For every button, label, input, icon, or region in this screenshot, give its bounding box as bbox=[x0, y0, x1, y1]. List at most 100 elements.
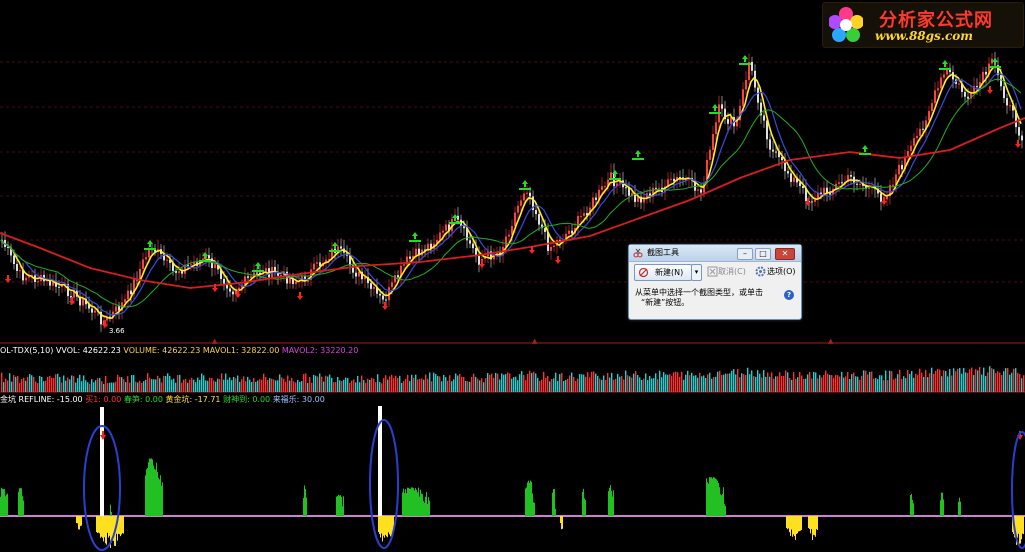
volume-bar bbox=[937, 369, 939, 392]
green-indicator-bar bbox=[941, 492, 942, 516]
green-indicator-bar bbox=[22, 496, 23, 516]
green-indicator-bar bbox=[525, 488, 526, 516]
volume-bar bbox=[67, 377, 69, 392]
volume-bar bbox=[993, 369, 995, 392]
candle-body bbox=[790, 173, 792, 182]
volume-bar bbox=[359, 382, 361, 392]
volume-bar bbox=[873, 378, 875, 392]
volume-bar bbox=[943, 370, 945, 392]
volume-bar bbox=[681, 371, 683, 392]
green-indicator-bar bbox=[405, 489, 406, 516]
new-snip-button[interactable]: 新建(N) bbox=[634, 264, 692, 281]
volume-bar bbox=[503, 374, 505, 392]
candle-body bbox=[670, 178, 672, 180]
candle-body bbox=[415, 248, 417, 256]
yellow-indicator-bar bbox=[787, 516, 788, 530]
green-indicator-bar bbox=[149, 458, 150, 516]
volume-bar bbox=[459, 373, 461, 392]
green-indicator-bar bbox=[708, 483, 709, 516]
volume-bar bbox=[1005, 368, 1007, 392]
volume-bar bbox=[747, 367, 749, 392]
volume-bar bbox=[883, 380, 885, 392]
volume-bar bbox=[211, 377, 213, 392]
volume-bar bbox=[413, 377, 415, 392]
volume-bar bbox=[1013, 368, 1015, 392]
logo-url[interactable]: www.88gs.com bbox=[875, 29, 973, 43]
volume-bar bbox=[165, 376, 167, 392]
options-button[interactable]: 选项(O) bbox=[752, 264, 798, 279]
volume-bar bbox=[293, 381, 295, 392]
volume-bar bbox=[1011, 372, 1013, 392]
snipping-tool-titlebar[interactable]: 截图工具 – □ ✕ bbox=[629, 245, 801, 262]
yellow-indicator-bar bbox=[815, 516, 816, 537]
volume-bar bbox=[1019, 374, 1021, 392]
green-indicator-bar bbox=[110, 504, 111, 516]
candle-body bbox=[1009, 105, 1011, 107]
volume-bar bbox=[19, 383, 21, 392]
yellow-indicator-bar bbox=[814, 516, 815, 536]
candle-body bbox=[550, 246, 552, 251]
volume-bar bbox=[593, 371, 595, 392]
volume-bar bbox=[627, 375, 629, 392]
volume-bar bbox=[465, 380, 467, 392]
volume-bar bbox=[393, 378, 395, 392]
minimize-button[interactable]: – bbox=[737, 248, 753, 260]
close-button[interactable]: ✕ bbox=[775, 248, 795, 260]
volume-bar bbox=[397, 377, 399, 392]
green-indicator-bar bbox=[20, 488, 21, 516]
stock-chart-canvas[interactable]: ▲ ▲ ▲ 3.66 bbox=[0, 0, 1025, 552]
snipping-tool-window[interactable]: 截图工具 – □ ✕ 新建(N) ▾ 取消(C) 选项(O) 从菜单中选择一个截… bbox=[628, 244, 802, 320]
help-icon[interactable]: ? bbox=[784, 290, 794, 300]
maximize-button[interactable]: □ bbox=[755, 248, 771, 260]
volume-bar bbox=[27, 376, 29, 392]
sell-marker-text bbox=[252, 270, 264, 272]
date-tick-marker: ▲ bbox=[212, 337, 218, 345]
candle-body bbox=[178, 271, 180, 273]
volume-bar bbox=[373, 378, 375, 392]
volume-bar bbox=[597, 375, 599, 392]
green-indicator-bar bbox=[408, 487, 409, 516]
volume-bar bbox=[641, 379, 643, 392]
cancel-snip-label: 取消(C) bbox=[718, 267, 746, 276]
volume-bar bbox=[341, 381, 343, 392]
volume-bar bbox=[905, 378, 907, 392]
volume-bar bbox=[107, 383, 109, 392]
green-indicator-bar bbox=[155, 469, 156, 516]
cancel-snip-button[interactable]: 取消(C) bbox=[704, 264, 750, 279]
volume-bar bbox=[435, 374, 437, 392]
volume-bar bbox=[469, 381, 471, 392]
candle-body bbox=[655, 187, 657, 189]
volume-bar bbox=[847, 372, 849, 392]
volume-bar bbox=[921, 372, 923, 392]
green-indicator-bar bbox=[583, 488, 584, 516]
volume-bar bbox=[957, 368, 959, 392]
candle-body bbox=[523, 193, 525, 201]
volume-bar bbox=[989, 366, 991, 392]
volume-bar bbox=[525, 380, 527, 392]
volume-bar bbox=[899, 369, 901, 392]
volume-indicator-value: MAVOL2: 33220.20 bbox=[281, 346, 359, 355]
candle-body bbox=[856, 183, 858, 185]
volume-bar bbox=[381, 383, 383, 392]
volume-bar bbox=[113, 382, 115, 392]
volume-bar bbox=[1003, 371, 1005, 392]
volume-bar bbox=[13, 375, 15, 392]
volume-bar bbox=[411, 374, 413, 392]
candle-body bbox=[913, 138, 915, 146]
sell-marker bbox=[612, 170, 618, 177]
volume-bar bbox=[385, 375, 387, 392]
volume-bar bbox=[805, 378, 807, 392]
candle-body bbox=[520, 200, 522, 206]
volume-bar bbox=[907, 370, 909, 392]
yellow-indicator-bar bbox=[796, 516, 797, 535]
volume-bar bbox=[513, 377, 515, 392]
volume-bar bbox=[949, 369, 951, 392]
volume-bar bbox=[565, 379, 567, 392]
volume-bar bbox=[269, 378, 271, 392]
green-indicator-bar bbox=[426, 491, 427, 516]
snip-type-dropdown[interactable]: ▾ bbox=[691, 264, 702, 281]
green-indicator-bar bbox=[609, 487, 610, 516]
volume-bar bbox=[63, 375, 65, 392]
volume-bar bbox=[387, 379, 389, 392]
green-indicator-bar bbox=[146, 469, 147, 516]
